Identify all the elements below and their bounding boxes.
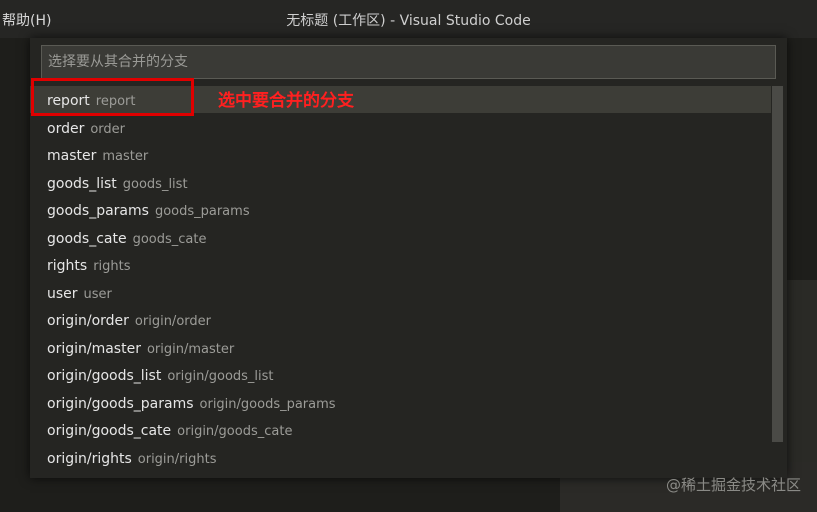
title-bar: 帮助(H) 无标题 (工作区) - Visual Studio Code (0, 0, 817, 38)
window-title: 无标题 (工作区) - Visual Studio Code (286, 13, 531, 29)
branch-description: user (83, 286, 112, 302)
branch-label: origin/master (47, 340, 141, 357)
branch-description: order (90, 121, 126, 137)
branch-label: user (47, 285, 78, 302)
branch-description: origin/goods_list (167, 369, 274, 384)
branch-description: origin/order (134, 314, 211, 329)
branch-label: origin/rights (47, 450, 132, 467)
watermark: @稀土掘金技术社区 (665, 476, 801, 494)
branch-description: goods_cate (132, 231, 207, 247)
branch-item-goods-params[interactable]: goods_params goods_params (30, 196, 771, 223)
annotation-text: 选中要合并的分支 (218, 91, 354, 111)
branch-item-user[interactable]: user user (30, 279, 771, 306)
list-scrollbar[interactable] (772, 86, 783, 442)
branch-search-input[interactable]: 选择要从其合并的分支 (41, 45, 776, 79)
branch-list: report report order order master master goo… (30, 86, 771, 472)
branch-description: master (102, 149, 149, 164)
branch-item-goods-list[interactable]: goods_list goods_list (30, 169, 771, 196)
branch-description: origin/goods_params (199, 396, 336, 412)
branch-description: origin/goods_cate (177, 424, 293, 439)
branch-label: master (47, 148, 97, 164)
branch-label: goods_params (47, 203, 149, 219)
branch-label: origin/goods_list (47, 368, 162, 384)
branch-label: rights (47, 258, 88, 274)
branch-description: goods_list (122, 176, 188, 192)
branch-label: order (47, 120, 85, 137)
branch-item-origin-goods-params[interactable]: origin/goods_params origin/goods_params (30, 389, 771, 416)
branch-label: origin/goods_cate (47, 423, 172, 439)
branch-item-origin-master[interactable]: origin/master origin/master (30, 334, 771, 361)
branch-label: goods_cate (47, 230, 127, 247)
branch-label: origin/goods_params (47, 395, 194, 412)
branch-item-origin-rights[interactable]: origin/rights origin/rights (30, 444, 771, 471)
branch-description: origin/master (146, 341, 235, 357)
branch-description: goods_params (154, 204, 250, 219)
branch-item-origin-goods-list[interactable]: origin/goods_list origin/goods_list (30, 361, 771, 388)
branch-item-goods-cate[interactable]: goods_cate goods_cate (30, 224, 771, 251)
branch-description: origin/rights (137, 451, 217, 467)
branch-item-rights[interactable]: rights rights (30, 251, 771, 278)
annotation-highlight-box (31, 78, 194, 116)
branch-item-origin-goods-cate[interactable]: origin/goods_cate origin/goods_cate (30, 416, 771, 443)
branch-item-origin-order[interactable]: origin/order origin/order (30, 306, 771, 333)
branch-item-order[interactable]: order order (30, 114, 771, 141)
branch-description: rights (93, 259, 131, 274)
branch-item-master[interactable]: master master (30, 141, 771, 168)
branch-label: origin/order (47, 313, 129, 329)
branch-label: goods_list (47, 175, 117, 192)
